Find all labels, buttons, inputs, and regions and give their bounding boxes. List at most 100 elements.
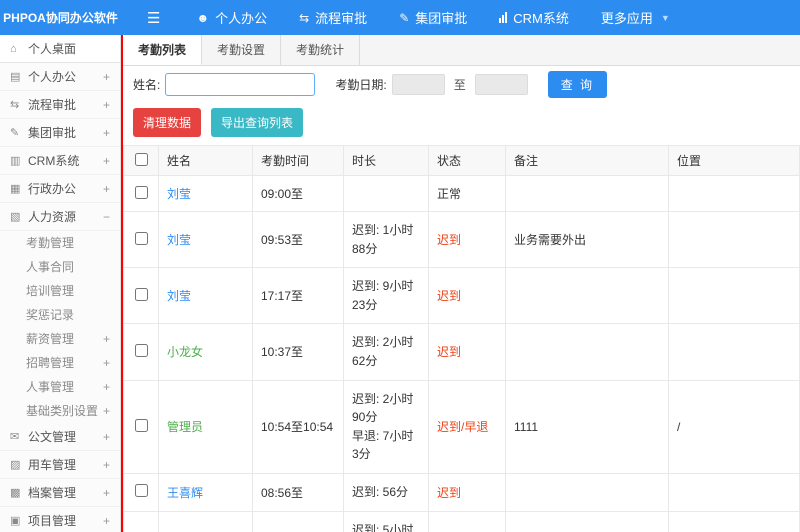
employee-link[interactable]: 王喜辉 xyxy=(167,486,203,500)
expand-icon: + xyxy=(102,125,110,140)
sidebar-item-base-category[interactable]: 基础类别设置 + xyxy=(0,399,120,423)
sidebar-item-group-approval[interactable]: ✎ 集团审批 + xyxy=(0,119,120,147)
menu-icon[interactable]: ☰ xyxy=(147,9,160,27)
project-icon: ▣ xyxy=(10,515,21,527)
table-header-row: 姓名 考勤时间 时长 状态 备注 位置 xyxy=(123,145,800,176)
name-filter-label: 姓名: xyxy=(133,78,161,92)
edit-icon: ✎ xyxy=(399,10,410,25)
sidebar-item-attendance[interactable]: 考勤管理 xyxy=(0,231,120,255)
expand-icon: + xyxy=(102,332,110,346)
sidebar-item-archive[interactable]: ▩ 档案管理 + xyxy=(0,479,120,507)
location-cell: / xyxy=(668,510,800,532)
tab-bar: 考勤列表 考勤设置 考勤统计 xyxy=(123,35,800,66)
app-logo: PHPOA协同办公软件 xyxy=(3,11,118,25)
table-row: 刘莹 09:53至 迟到: 1小时88分 迟到 业务需要外出 xyxy=(123,210,800,269)
sidebar-item-desktop[interactable]: ⌂ 个人桌面 xyxy=(0,35,120,63)
table-row: 王喜辉 08:56至 迟到: 56分 迟到 xyxy=(123,472,800,512)
nav-label: 流程审批 xyxy=(315,11,368,26)
sidebar-item-personnel[interactable]: 人事管理 + xyxy=(0,375,120,399)
row-checkbox[interactable] xyxy=(134,185,148,199)
status-badge: 迟到 xyxy=(428,323,506,381)
sidebar-item-training[interactable]: 培训管理 xyxy=(0,279,120,303)
employee-link[interactable]: 管理员 xyxy=(167,420,203,434)
sidebar-item-recruit[interactable]: 招聘管理 + xyxy=(0,351,120,375)
col-status: 状态 xyxy=(428,145,506,176)
caret-down-icon: ▼ xyxy=(660,12,670,23)
table-row: 小龙女 10:37至 迟到: 2小时62分 迟到 xyxy=(123,323,800,381)
location-cell xyxy=(668,472,800,512)
location-cell: / xyxy=(668,379,800,474)
remark-cell: 业务需要外出 xyxy=(505,210,669,269)
date-from-input[interactable] xyxy=(391,74,445,95)
sidebar-item-flow-approval[interactable]: ⇆ 流程审批 + xyxy=(0,91,120,119)
expand-icon: + xyxy=(102,97,110,112)
date-to-label: 至 xyxy=(453,78,466,92)
nav-group-approval[interactable]: ✎ 集团审批 xyxy=(383,0,483,35)
sidebar-item-rewards[interactable]: 奖惩记录 xyxy=(0,303,120,327)
person-icon: ▤ xyxy=(10,71,21,83)
employee-link[interactable]: 小龙女 xyxy=(167,345,203,359)
desktop-icon: ⌂ xyxy=(10,42,17,55)
nav-crm[interactable]: CRM系统 xyxy=(483,0,585,35)
duration-cell: 迟到: 9小时23分 xyxy=(343,267,429,325)
location-cell xyxy=(668,267,800,325)
duration-cell: 迟到: 2小时90分 早退: 7小时3分 xyxy=(343,379,429,474)
status-badge: 迟到/早退 xyxy=(428,379,506,474)
nav-label: 更多应用 xyxy=(600,11,653,26)
tab-attendance-list[interactable]: 考勤列表 xyxy=(123,35,203,65)
nav-more-apps[interactable]: 更多应用 ▼ xyxy=(585,0,686,35)
duration-cell: 迟到: 56分 xyxy=(343,472,429,512)
expand-icon: + xyxy=(102,380,110,394)
col-duration: 时长 xyxy=(343,145,429,176)
sidebar-item-admin-office[interactable]: ▦ 行政办公 + xyxy=(0,175,120,203)
export-list-button[interactable]: 导出查询列表 xyxy=(211,108,304,137)
archive-icon: ▩ xyxy=(10,487,21,499)
table-row: 管理员 10:54至10:54 迟到: 2小时90分 早退: 7小时3分 迟到/早… xyxy=(123,379,800,474)
col-location: 位置 xyxy=(668,145,800,176)
sidebar-item-hr[interactable]: ▧ 人力资源 − xyxy=(0,203,120,231)
employee-link[interactable]: 刘莹 xyxy=(167,187,191,201)
location-cell xyxy=(668,210,800,269)
clean-data-button[interactable]: 清理数据 xyxy=(133,108,202,137)
sidebar-item-personal-office[interactable]: ▤ 个人办公 + xyxy=(0,63,120,91)
tab-attendance-settings[interactable]: 考勤设置 xyxy=(202,35,282,65)
nav-flow-approval[interactable]: ⇆ 流程审批 xyxy=(283,0,383,35)
remark-cell xyxy=(505,175,669,212)
sidebar-item-salary[interactable]: 薪资管理 + xyxy=(0,327,120,351)
sidebar-item-project[interactable]: ▣ 项目管理 + xyxy=(0,507,120,532)
sidebar-item-documents[interactable]: ✉ 公文管理 + xyxy=(0,423,120,451)
row-checkbox[interactable] xyxy=(134,484,148,498)
remark-cell xyxy=(505,323,669,381)
table-row: 刘莹 17:17至 迟到: 9小时23分 迟到 xyxy=(123,267,800,325)
sidebar-item-vehicle[interactable]: ▨ 用车管理 + xyxy=(0,451,120,479)
duration-cell: 迟到: 2小时62分 xyxy=(343,323,429,381)
nav-personal-office[interactable]: ☻ 个人办公 xyxy=(180,0,283,35)
person-icon: ☻ xyxy=(196,10,210,25)
date-filter-label: 考勤日期: xyxy=(335,78,387,92)
expand-icon: + xyxy=(102,69,110,84)
tab-attendance-stats[interactable]: 考勤统计 xyxy=(281,35,361,65)
employee-link[interactable]: 刘莹 xyxy=(167,233,191,247)
row-checkbox[interactable] xyxy=(134,343,148,357)
remark-cell xyxy=(505,472,669,512)
attendance-time: 08:56至 xyxy=(252,472,344,512)
duration-cell: 迟到: 1小时88分 xyxy=(343,210,429,269)
sidebar-item-crm[interactable]: ▥ CRM系统 + xyxy=(0,147,120,175)
sidebar: ⌂ 个人桌面 ▤ 个人办公 + ⇆ 流程审批 + ✎ 集团审批 + ▥ CRM系… xyxy=(0,35,121,532)
expand-icon: + xyxy=(102,429,110,444)
name-filter-input[interactable] xyxy=(165,73,316,96)
row-checkbox[interactable] xyxy=(134,287,148,301)
search-button[interactable]: 查 询 xyxy=(547,71,608,98)
location-cell xyxy=(668,323,800,381)
date-to-input[interactable] xyxy=(474,74,528,95)
status-badge: 迟到/早退 xyxy=(428,510,506,532)
sidebar-item-hr-contract[interactable]: 人事合同 xyxy=(0,255,120,279)
flow-icon: ⇆ xyxy=(299,10,310,25)
row-checkbox[interactable] xyxy=(134,418,148,432)
select-all-checkbox[interactable] xyxy=(134,152,148,166)
col-name: 姓名 xyxy=(158,145,253,176)
row-checkbox[interactable] xyxy=(134,231,148,245)
collapse-icon: − xyxy=(102,209,110,224)
attendance-time: 10:37至 xyxy=(252,323,344,381)
employee-link[interactable]: 刘莹 xyxy=(167,289,191,303)
